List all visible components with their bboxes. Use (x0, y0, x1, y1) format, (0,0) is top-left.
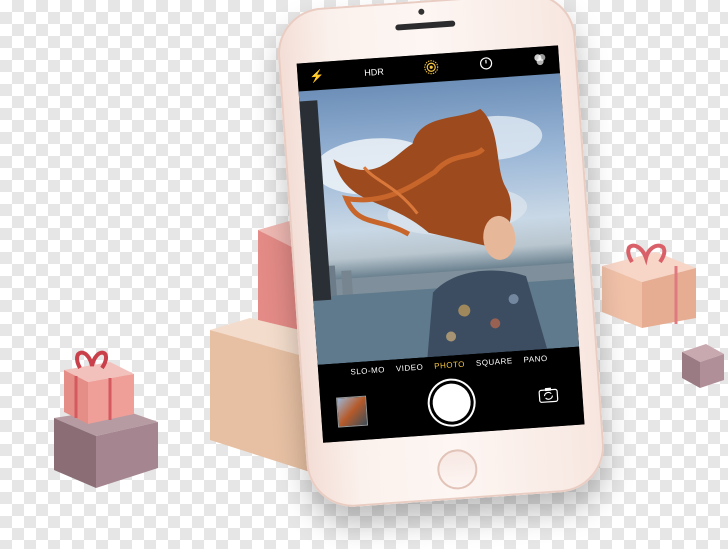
viewfinder[interactable] (298, 73, 580, 365)
flash-icon[interactable]: ⚡ (309, 69, 325, 84)
earpiece-speaker (395, 20, 456, 31)
gift-right (602, 243, 696, 328)
hdr-button[interactable]: HDR (364, 67, 384, 78)
camera-app-screen: ⚡ HDR SLO-MO VIDEO PHOTO SQUARE PANO (296, 45, 585, 443)
gift-stack-left (54, 350, 158, 488)
mode-square[interactable]: SQUARE (476, 356, 513, 368)
mode-video[interactable]: VIDEO (396, 362, 424, 373)
front-camera (418, 8, 425, 15)
timer-icon[interactable] (479, 56, 494, 73)
viewfinder-scene (299, 100, 580, 365)
mode-photo[interactable]: PHOTO (434, 359, 465, 370)
live-photo-icon[interactable] (423, 59, 440, 78)
home-button[interactable] (435, 448, 479, 491)
filters-icon[interactable] (532, 52, 547, 69)
switch-camera-icon[interactable] (538, 386, 559, 403)
iphone: ⚡ HDR SLO-MO VIDEO PHOTO SQUARE PANO (274, 0, 608, 510)
shutter-button[interactable] (431, 382, 472, 423)
mode-pano[interactable]: PANO (523, 353, 548, 364)
small-cube-right (682, 344, 724, 388)
mode-slo-mo[interactable]: SLO-MO (350, 365, 385, 376)
last-photo-thumbnail[interactable] (336, 395, 369, 428)
